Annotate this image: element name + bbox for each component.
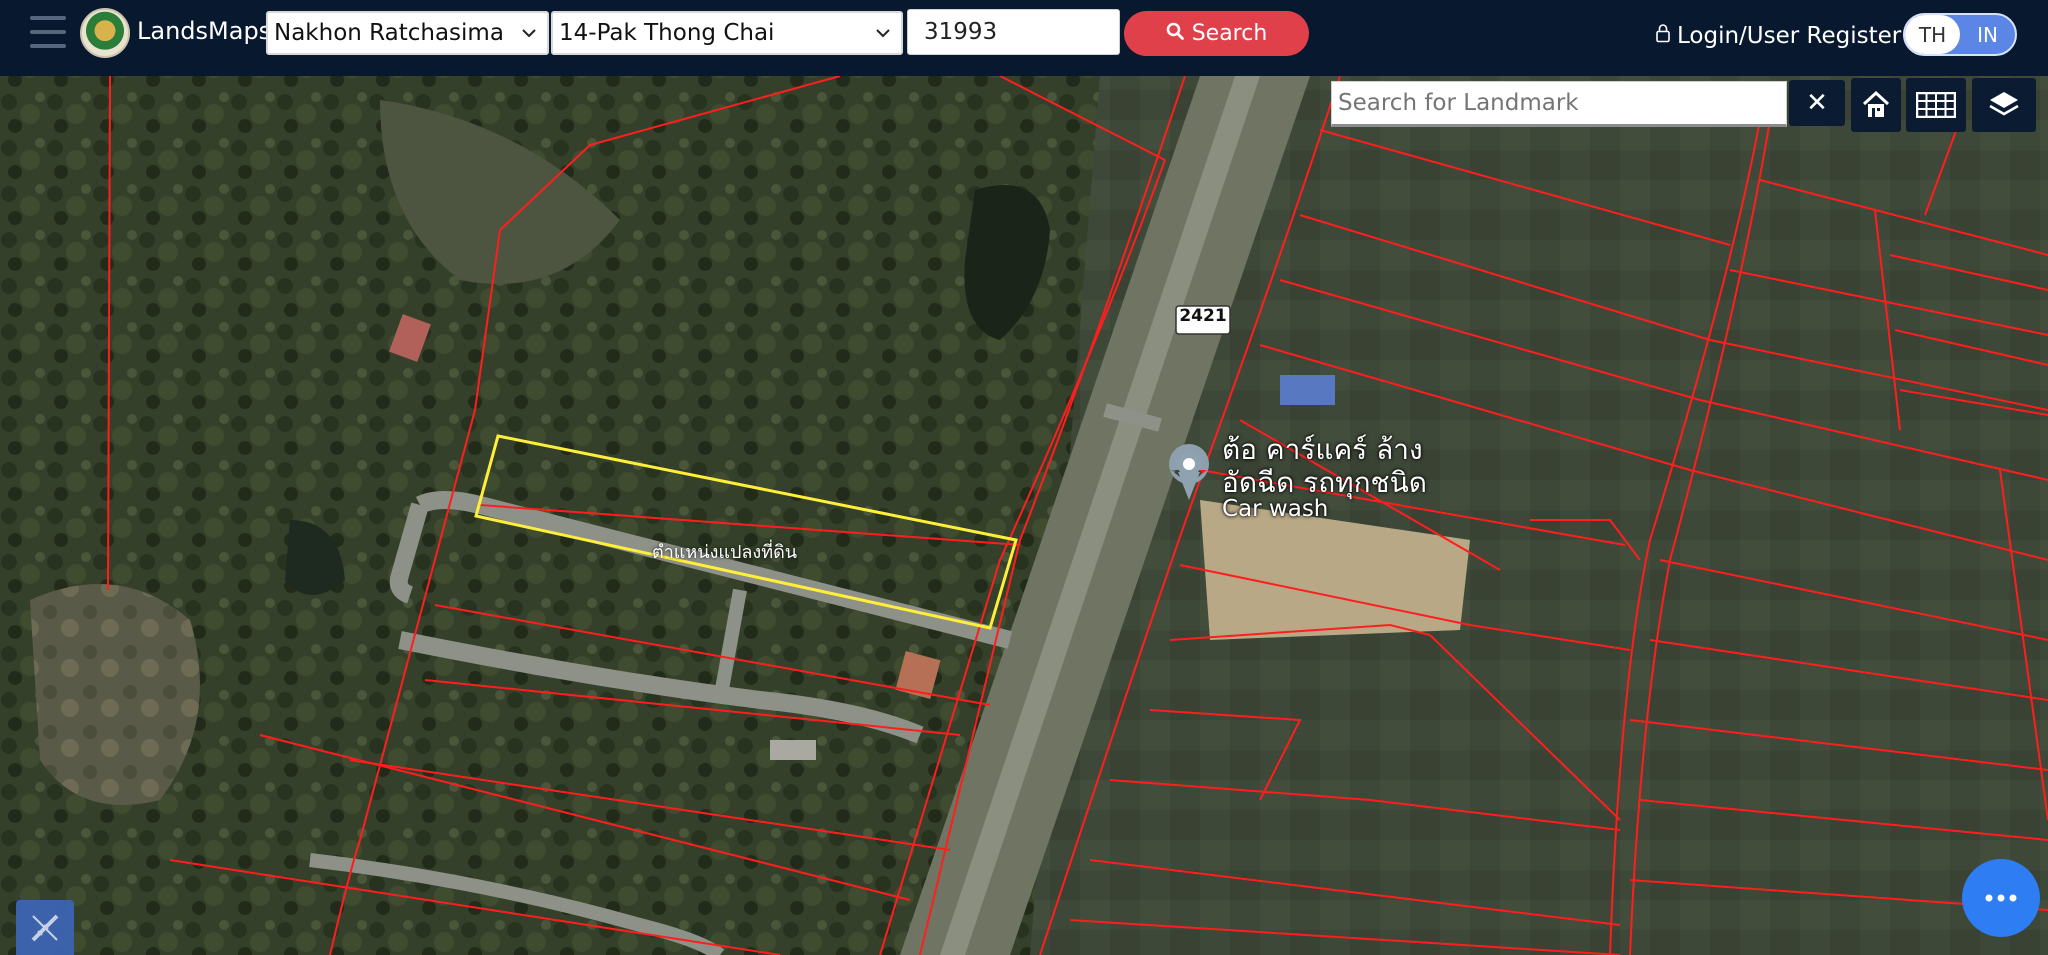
language-toggle[interactable]: TH IN: [1903, 13, 2017, 56]
selected-parcel-label: ตำแหน่งแปลงที่ดิน: [652, 542, 798, 563]
magnifier-icon: [1166, 21, 1184, 46]
layers-icon: [1989, 92, 2019, 116]
landmark-search-input[interactable]: [1331, 81, 1787, 127]
ellipsis-icon: [1985, 894, 2017, 902]
search-button-label: Search: [1191, 21, 1268, 46]
hamburger-menu-icon[interactable]: [30, 16, 66, 48]
clear-landmark-button[interactable]: ✕: [1789, 80, 1845, 126]
district-select[interactable]: 14-Pak Thong Chai: [551, 11, 903, 55]
brand-name: LandsMaps: [137, 17, 272, 45]
district-select-value: 14-Pak Thong Chai: [559, 20, 775, 46]
province-select-value: Nakhon Ratchasima: [274, 20, 504, 46]
map-bare-land: [30, 584, 200, 805]
grid-icon: [1916, 92, 1956, 118]
road-shield-label: 2421: [1179, 306, 1227, 326]
chevron-down-icon: [873, 13, 893, 53]
lock-icon: [1655, 20, 1671, 52]
lang-en-option[interactable]: IN: [1960, 15, 2015, 54]
more-options-button[interactable]: [1962, 859, 2040, 937]
login-register-label: Login/User Register: [1677, 23, 1902, 49]
map-building: [770, 740, 816, 760]
top-navbar: LandsMaps Nakhon Ratchasima 14-Pak Thong…: [0, 0, 2048, 76]
poi-category-label: Car wash: [1222, 496, 1329, 522]
chevron-down-icon: [519, 13, 539, 53]
province-select[interactable]: Nakhon Ratchasima: [266, 11, 549, 55]
home-icon: [1862, 90, 1890, 117]
ruler-icon: [31, 914, 59, 941]
layers-button[interactable]: [1972, 78, 2036, 132]
close-icon: ✕: [1806, 88, 1828, 118]
grid-toggle-button[interactable]: [1906, 78, 1966, 132]
login-register-link[interactable]: Login/User Register: [1655, 20, 1901, 52]
landsmaps-logo: [80, 8, 130, 58]
parcel-number-input[interactable]: [907, 9, 1120, 55]
home-view-button[interactable]: [1851, 78, 1901, 132]
map-building: [1280, 375, 1335, 405]
lang-th-option[interactable]: TH: [1905, 15, 1960, 54]
satellite-map[interactable]: 2421 ตำแหน่งแปลงที่ดิน ต้อ คาร์แคร์ ล้าง…: [0, 76, 2048, 955]
measure-tool-button[interactable]: [16, 900, 74, 955]
search-button[interactable]: Search: [1124, 11, 1309, 56]
